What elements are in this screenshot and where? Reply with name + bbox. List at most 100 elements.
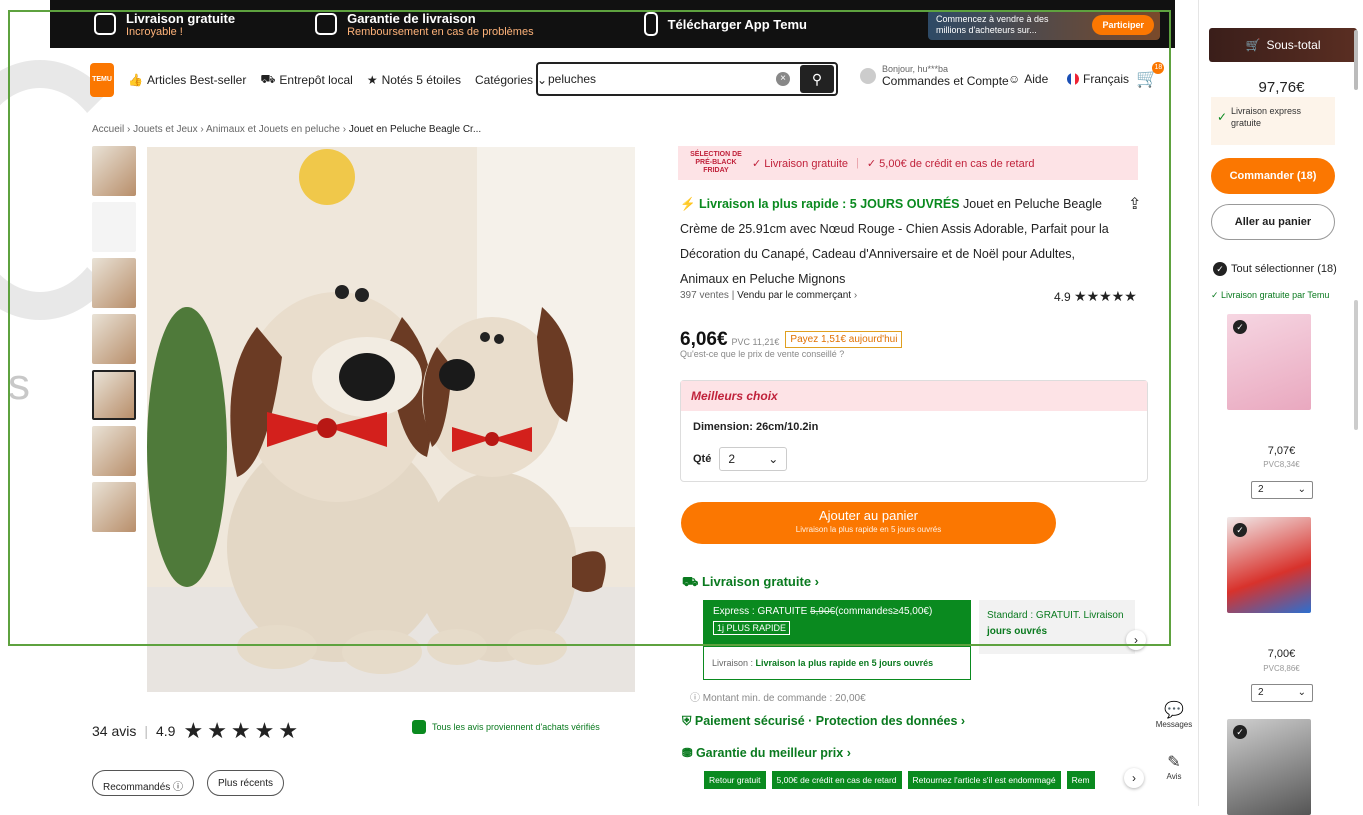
delivery-guarantee-promo[interactable]: Garantie de livraison Remboursement en c… xyxy=(235,0,534,48)
product-title: ⚡ Livraison la plus rapide : 5 JOURS OUV… xyxy=(680,192,1110,292)
sort-recommended-label: Recommandés xyxy=(103,782,171,793)
free-temu-note: ✓ Livraison gratuite par Temu xyxy=(1211,290,1330,300)
shipping-next-button[interactable]: › xyxy=(1126,630,1146,650)
sell-text: Commencez à vendre à des millions d'ache… xyxy=(936,14,1049,35)
crumb-plush[interactable]: Animaux et Jouets en peluche xyxy=(206,124,340,135)
quantity-select[interactable]: 2 ⌄ xyxy=(719,447,788,471)
express-option[interactable]: Express : GRATUITE 5,90€(commandes≥45,00… xyxy=(703,600,971,646)
account-menu[interactable]: Bonjour, hu***ba Commandes et Compte xyxy=(860,64,1009,88)
verified-icon xyxy=(412,720,426,734)
checkout-button[interactable]: Commander (18) xyxy=(1211,158,1335,194)
thumbs-up-icon: 👍 xyxy=(128,73,143,87)
messages-button[interactable]: 💬 Messages xyxy=(1152,700,1196,729)
qty-label: Qté xyxy=(693,453,712,465)
nav-five-stars[interactable]: ★ Notés 5 étoiles xyxy=(367,73,461,87)
rating-stars: ★★★★★ xyxy=(1074,288,1137,304)
cart-button[interactable]: 🛒 18 xyxy=(1136,62,1165,89)
thumbnail[interactable] xyxy=(92,482,136,532)
crumb-toys[interactable]: Jouets et Jeux xyxy=(133,124,197,135)
free-shipping-promo[interactable]: Livraison gratuite Incroyable ! xyxy=(50,0,235,48)
express-old-price: 5,90€ xyxy=(810,606,836,617)
thumbnail[interactable] xyxy=(92,202,136,252)
search-button[interactable]: ⚲ xyxy=(800,65,834,93)
thumbnail[interactable] xyxy=(92,258,136,308)
share-icon[interactable]: ⇪ xyxy=(1128,194,1141,214)
thumbnail[interactable] xyxy=(92,146,136,196)
scrollbar[interactable] xyxy=(1354,30,1358,90)
rrp-price: PVC 11,21€ xyxy=(731,337,780,347)
sell-banner[interactable]: Commencez à vendre à des millions d'ache… xyxy=(928,10,1160,40)
checkbox-icon[interactable]: ✓ xyxy=(1233,725,1247,739)
cart-item-qty-select[interactable]: 2 ⌄ xyxy=(1251,684,1313,702)
nav-best-sellers[interactable]: 👍 Articles Best-seller xyxy=(128,73,246,87)
thumbnail-selected[interactable] xyxy=(92,370,136,420)
search-input[interactable]: peluches xyxy=(538,72,776,86)
nav-five-star-label: Notés 5 étoiles xyxy=(381,73,461,87)
thumbnail[interactable] xyxy=(92,426,136,476)
delivery-estimate: Livraison : Livraison la plus rapide en … xyxy=(703,646,971,680)
best-price-link[interactable]: ⛃ Garantie du meilleur prix › xyxy=(682,745,851,760)
price: 6,06€ xyxy=(680,329,728,350)
thumbnail-strip xyxy=(92,146,136,538)
thumbnail[interactable] xyxy=(92,314,136,364)
pay-later-badge[interactable]: Payez 1,51€ aujourd'hui xyxy=(785,331,903,348)
temu-logo[interactable]: TEMU xyxy=(90,63,114,97)
sort-recent[interactable]: Plus récents xyxy=(207,770,285,796)
cart-item-qty: 2 xyxy=(1258,484,1264,495)
free-shipping-link[interactable]: ⛟ Livraison gratuite › xyxy=(682,574,819,592)
free-temu-label: Livraison gratuite par Temu xyxy=(1221,290,1330,300)
product-rating[interactable]: 4.9 ★★★★★ xyxy=(1054,288,1137,305)
delivery-label: Livraison : xyxy=(712,658,754,668)
truck-icon: ⛟ xyxy=(682,574,702,589)
cart-item-qty-select[interactable]: 2 ⌄ xyxy=(1251,481,1313,499)
cart-item-image[interactable]: ✓ xyxy=(1227,314,1311,410)
crumb-home[interactable]: Accueil xyxy=(92,124,124,135)
select-all[interactable]: ✓ Tout sélectionner (18) xyxy=(1213,262,1337,276)
language-selector[interactable]: Français xyxy=(1067,72,1129,86)
phone-icon xyxy=(643,12,658,36)
free-shipping-sub: Incroyable ! xyxy=(126,25,183,38)
checkbox-icon[interactable]: ✓ xyxy=(1233,523,1247,537)
check-icon: ✓ xyxy=(1217,110,1228,124)
truck-icon xyxy=(94,13,116,35)
greeting: Bonjour, hu***ba xyxy=(882,64,949,74)
express-fast-badge: 1j PLUS RAPIDE xyxy=(713,621,791,635)
help-link[interactable]: ☺ Aide xyxy=(1008,72,1048,86)
add-to-cart-button[interactable]: Ajouter au panier Livraison la plus rapi… xyxy=(681,502,1056,544)
tag-free-return: Retour gratuit xyxy=(704,771,766,789)
rrp-question[interactable]: Qu'est-ce que le prix de vente conseillé… xyxy=(680,349,844,359)
search-bar[interactable]: peluches × ⚲ xyxy=(536,62,838,96)
seller-link[interactable]: Vendu par le commerçant xyxy=(737,290,851,301)
clear-search-icon[interactable]: × xyxy=(776,72,790,86)
secure-payment-link[interactable]: ⛨ Paiement sécurisé · Protection des don… xyxy=(682,714,965,729)
free-shipping-badge: ✓ Livraison gratuite xyxy=(752,157,849,170)
reviews-summary: 34 avis | 4.9 ★★★★★ xyxy=(92,718,303,743)
standard-option[interactable]: Standard : GRATUIT. Livraison jours ouvr… xyxy=(979,600,1135,654)
tags-next-button[interactable]: › xyxy=(1124,768,1144,788)
review-stars: ★★★★★ xyxy=(183,718,303,743)
go-to-cart-button[interactable]: Aller au panier xyxy=(1211,204,1335,240)
download-app-promo[interactable]: Télécharger App Temu xyxy=(534,0,807,48)
checkbox-icon[interactable]: ✓ xyxy=(1233,320,1247,334)
cart-item-image[interactable]: ✓ xyxy=(1227,517,1311,613)
breadcrumb: Accueil › Jouets et Jeux › Animaux et Jo… xyxy=(92,124,482,135)
verified-label: Tous les avis proviennent d'achats vérif… xyxy=(432,722,600,732)
price-block: 6,06€ PVC 11,21€ Payez 1,51€ aujourd'hui xyxy=(680,329,903,351)
nav-local-warehouse[interactable]: ⛟ Entrepôt local xyxy=(260,72,353,88)
guarantee-icon xyxy=(315,13,338,35)
min-order-amount[interactable]: ⓘ Montant min. de commande : 20,00€ xyxy=(690,689,866,704)
guarantee-tags: Retour gratuit 5,00€ de crédit en cas de… xyxy=(704,771,1095,789)
nav-best-label: Articles Best-seller xyxy=(146,73,247,87)
black-friday-badge: SÉLECTION DE PRÉ-BLACK FRIDAY xyxy=(690,151,742,174)
participate-button[interactable]: Participer xyxy=(1092,15,1154,35)
guarantee-title: Garantie de livraison xyxy=(347,10,476,26)
sort-recommended[interactable]: Recommandés ⓘ xyxy=(92,770,195,796)
cart-item-image[interactable]: ✓ xyxy=(1227,719,1311,815)
express-shipping-note: ✓ Livraison express gratuite xyxy=(1211,97,1335,145)
product-image[interactable] xyxy=(147,147,635,692)
tag-damaged-return: Retournez l'article s'il est endommagé xyxy=(907,771,1061,789)
chevron-down-icon: ⌄ xyxy=(768,452,779,466)
scrollbar-thumb[interactable] xyxy=(1354,300,1358,430)
reviews-button[interactable]: ✎ Avis xyxy=(1152,752,1196,781)
verified-reviews: Tous les avis proviennent d'achats vérif… xyxy=(412,720,600,734)
